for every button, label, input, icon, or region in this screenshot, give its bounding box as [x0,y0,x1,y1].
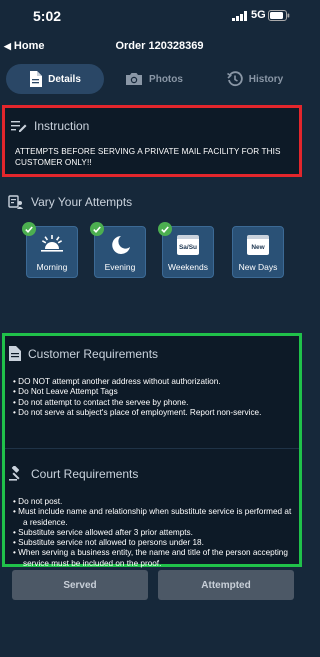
attempt-tile-evening[interactable]: Evening [90,222,146,278]
list-item: • Substitute service not allowed to pers… [13,538,204,548]
status-time: 5:02 [33,8,62,24]
tab-details-label: Details [48,73,81,85]
court-requirements-header: Court Requirements [9,466,138,481]
tab-history[interactable]: History [210,64,300,94]
document-icon [9,346,21,361]
customer-requirements-list: • DO NOT attempt another address without… [13,377,298,418]
instruction-header: Instruction [11,119,89,133]
check-icon [22,222,36,236]
tile-label: Weekends [167,262,208,272]
attempt-tile-new-days[interactable]: New New Days [232,226,284,278]
calendar-icon: New [247,235,269,255]
list-item: • Must include name and relationship whe… [13,507,292,527]
divider [5,448,299,449]
tile-label: Evening [104,262,136,272]
attempt-tile-morning[interactable]: Morning [22,222,78,278]
document-icon [30,71,43,87]
check-icon [90,222,104,236]
moon-icon [112,236,130,254]
network-label: 5G [251,9,266,21]
check-icon [158,222,172,236]
list-item: • DO NOT attempt another address without… [13,377,221,386]
list-item: • Do not serve at subject's place of emp… [13,407,262,417]
calendar-person-icon [8,195,23,209]
customer-requirements-header: Customer Requirements [9,346,158,361]
requirements-panel: Customer Requirements • DO NOT attempt a… [2,333,302,569]
sunrise-icon [41,235,63,252]
camera-icon [126,73,143,85]
vary-attempts-heading: Vary Your Attempts [31,195,133,209]
signal-icon [232,11,247,21]
calendar-icon: Sa/Su [177,235,199,255]
list-item: • When serving a business entity, the na… [13,548,288,568]
tab-history-label: History [248,73,284,85]
list-item: • Do not post. [13,497,63,506]
tab-bar: Details Photos History [0,64,305,96]
history-icon [226,71,243,87]
status-bar: 5:02 5G [0,0,305,32]
tile-label: Morning [36,262,68,272]
nav-bar: ◀ Home Order 120328369 [0,36,305,58]
vary-attempts-header: Vary Your Attempts [8,194,132,210]
gavel-icon [9,466,20,481]
attempt-tile-weekends[interactable]: Sa/Su Weekends [158,222,214,278]
instruction-panel: Instruction ATTEMPTS BEFORE SERVING A PR… [2,105,302,177]
list-item: • Substitute service allowed after 3 pri… [13,527,193,537]
tab-photos-label: Photos [149,73,183,85]
court-requirements-list: • Do not post. • Must include name and r… [13,497,298,569]
tab-photos[interactable]: Photos [108,64,200,94]
customer-requirements-heading: Customer Requirements [28,346,159,361]
list-edit-icon [11,121,27,132]
instruction-text: ATTEMPTS BEFORE SERVING A PRIVATE MAIL F… [15,147,281,167]
list-item: • Do Not Leave Attempt Tags [13,387,118,397]
page-title: Order 120328369 [115,40,204,52]
attempted-button[interactable]: Attempted [158,570,294,600]
list-item: • Do not attempt to contact the servee b… [13,397,189,407]
battery-icon [268,10,290,21]
tab-details[interactable]: Details [6,64,104,94]
instruction-heading: Instruction [34,119,90,133]
court-requirements-heading: Court Requirements [31,466,139,481]
served-button[interactable]: Served [12,570,148,600]
tile-label: New Days [238,262,278,272]
